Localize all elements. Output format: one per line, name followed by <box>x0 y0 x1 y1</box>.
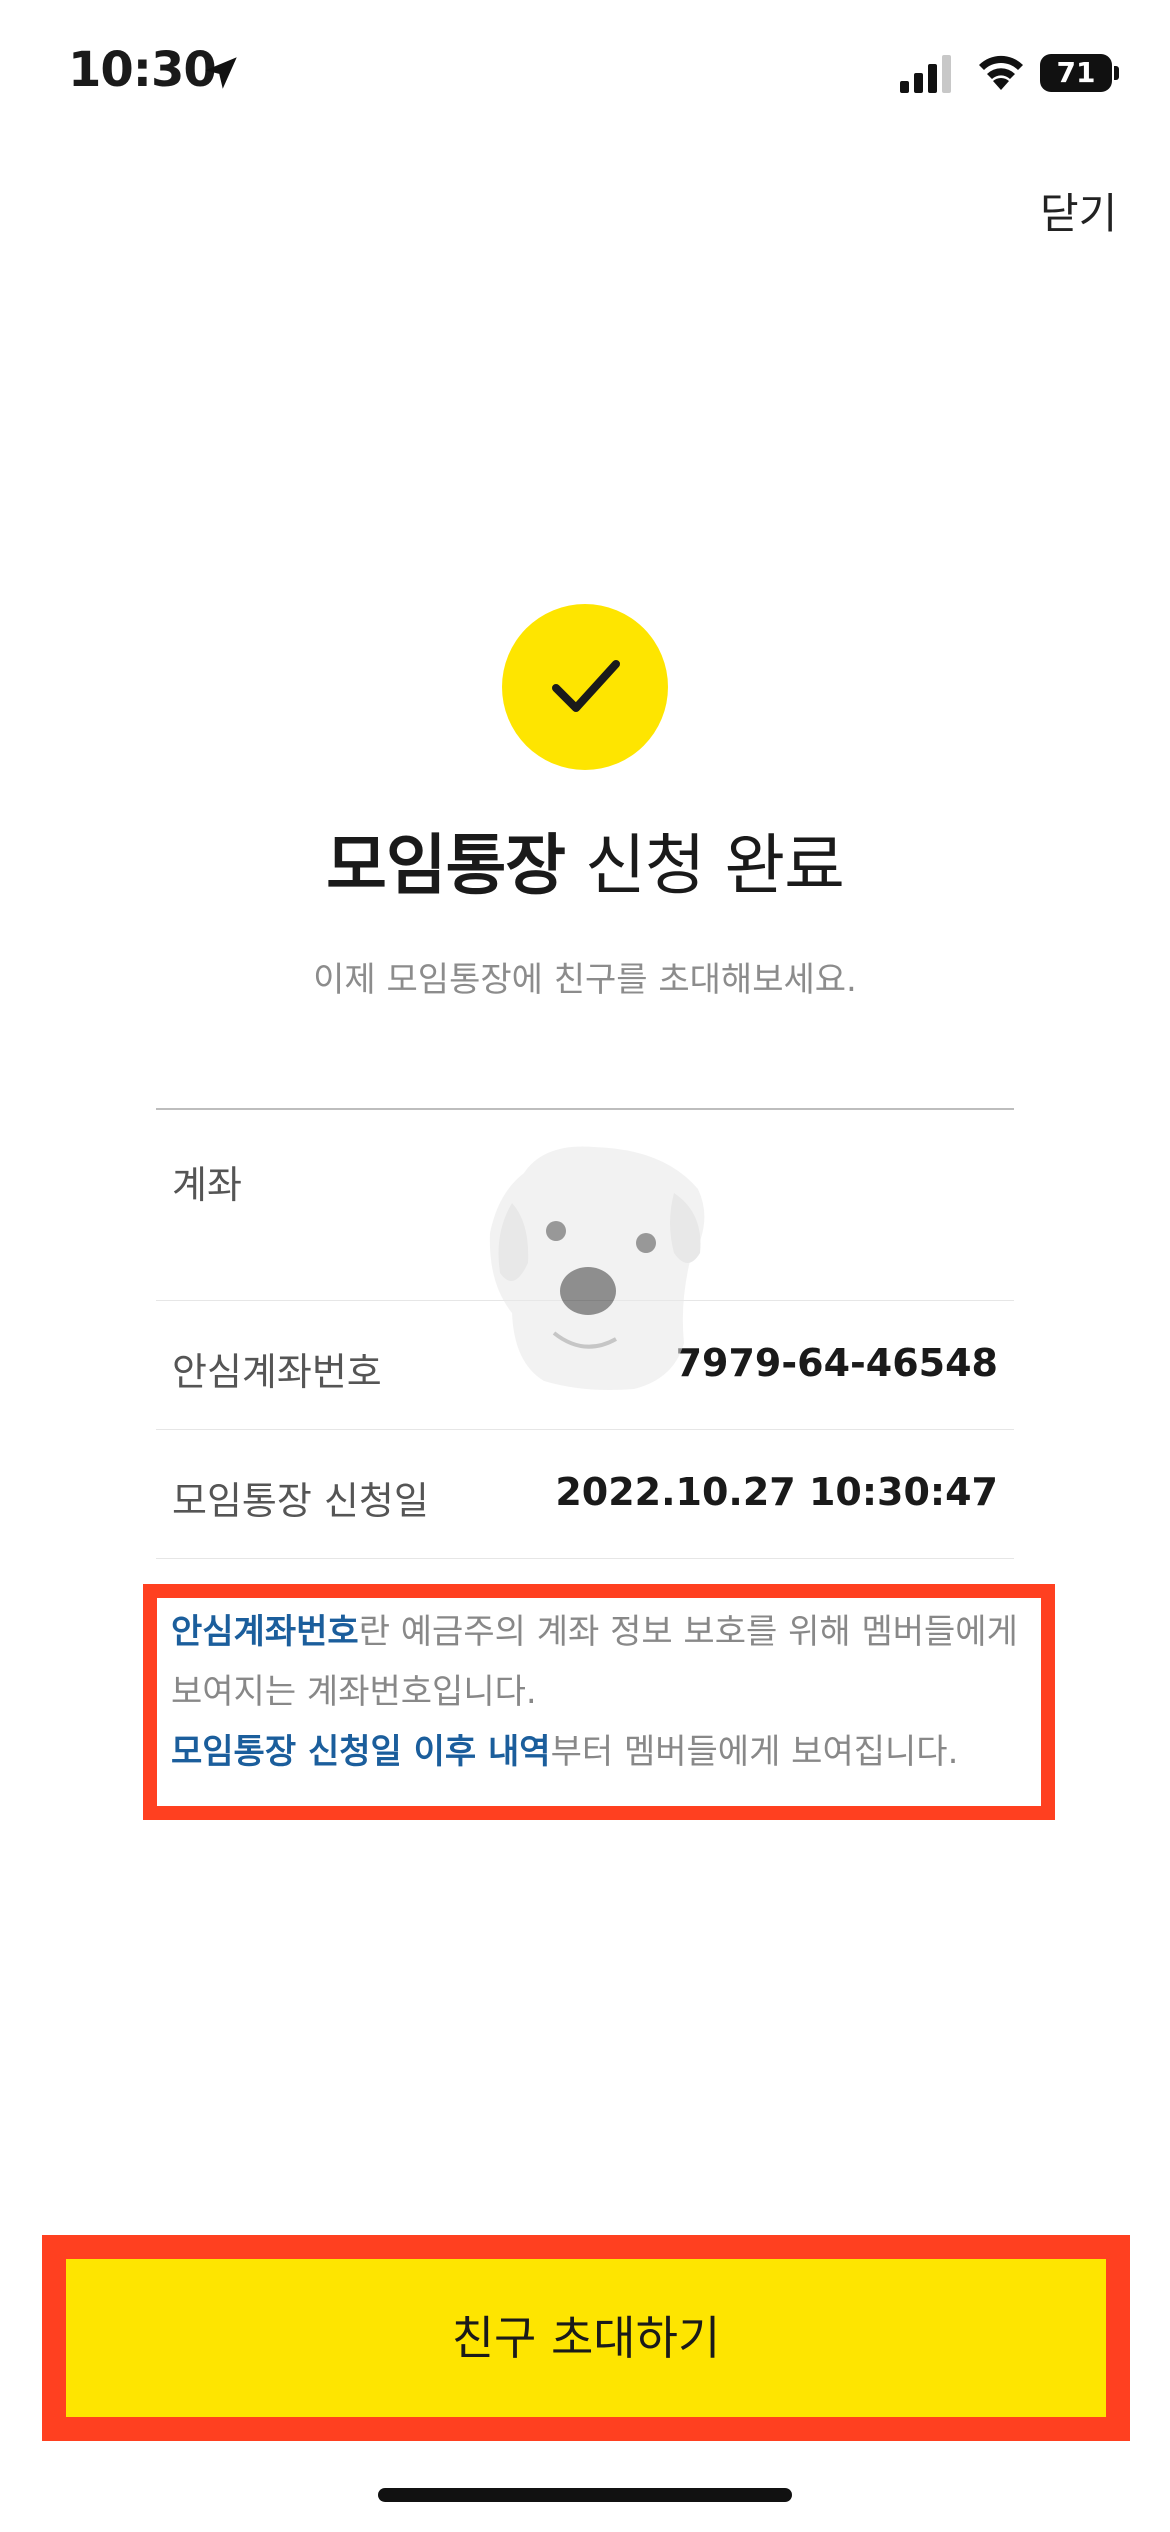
dog-face-image <box>489 1146 705 1390</box>
invite-friends-button[interactable]: 친구 초대하기 <box>66 2259 1106 2417</box>
notice-text: 안심계좌번호란 예금주의 계좌 정보 보호를 위해 멤버들에게 보여지는 계좌번… <box>171 1602 1031 1782</box>
cellular-signal-icon <box>900 55 951 93</box>
wifi-icon <box>979 55 1023 90</box>
battery-icon: 71 <box>1040 54 1112 92</box>
info-row-apply-date: 모임통장 신청일 2022.10.27 10:30:47 <box>156 1429 1014 1559</box>
info-label: 모임통장 신청일 <box>172 1479 429 1523</box>
close-button[interactable]: 닫기 <box>1040 180 1117 241</box>
page-title-bold: 모임통장 <box>326 827 566 904</box>
page-title: 모임통장 신청 완료 <box>0 812 1170 908</box>
info-value: 7979-64-46548 <box>675 1341 998 1385</box>
notice-body: 부터 멤버들에게 보여집니다. <box>550 1732 959 1772</box>
page-subtitle: 이제 모임통장에 친구를 초대해보세요. <box>313 960 857 1000</box>
success-check-icon <box>502 604 668 770</box>
status-bar: 10:30 71 <box>0 0 1170 150</box>
home-indicator[interactable] <box>378 2488 792 2502</box>
notice-highlight: 모임통장 신청일 이후 내역 <box>171 1732 551 1772</box>
page-title-rest: 신청 완료 <box>565 827 845 904</box>
battery-tip <box>1114 66 1119 80</box>
notice-highlight: 안심계좌번호 <box>171 1612 359 1652</box>
info-label: 계좌 <box>172 1163 242 1207</box>
status-time: 10:30 <box>68 42 217 98</box>
info-value: 2022.10.27 10:30:47 <box>555 1470 998 1514</box>
location-arrow-icon <box>205 57 237 89</box>
info-label: 안심계좌번호 <box>172 1350 382 1394</box>
